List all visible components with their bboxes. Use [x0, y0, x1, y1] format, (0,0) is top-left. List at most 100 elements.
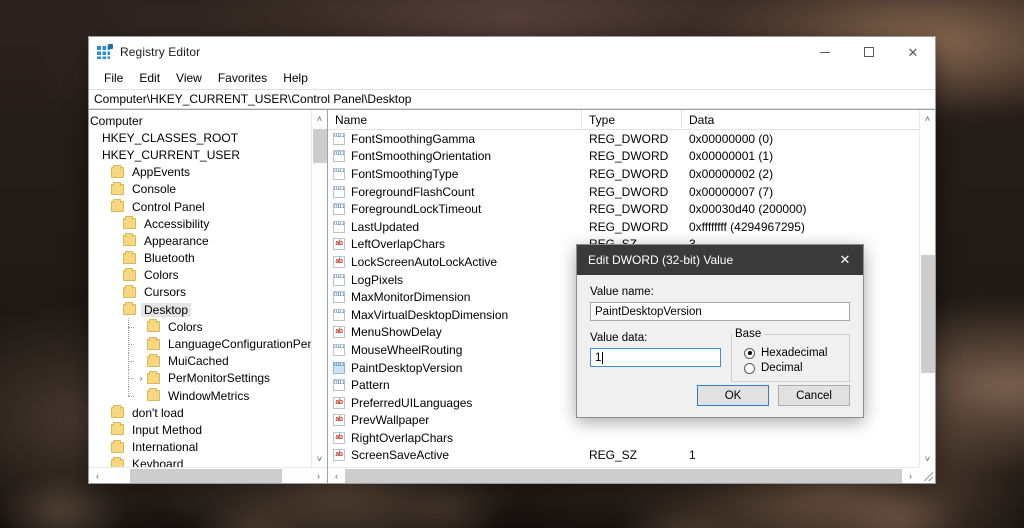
tree-expander-icon[interactable]: ›	[135, 373, 147, 383]
column-header-type[interactable]: Type	[582, 110, 682, 129]
registry-editor-icon	[97, 44, 113, 60]
tree-item[interactable]: Accessibility	[89, 215, 311, 232]
list-scroll-left-button[interactable]: ‹	[328, 468, 345, 484]
list-vertical-scrollbar[interactable]: ˄ ˅	[919, 110, 935, 467]
tree-item[interactable]: MuiCached	[89, 352, 311, 370]
tree-item[interactable]: WindowMetrics	[89, 387, 311, 404]
tree-scroll-down-button[interactable]: ˅	[312, 450, 328, 467]
minimize-button[interactable]	[803, 37, 847, 67]
tree-item[interactable]: Control Panel	[89, 198, 311, 215]
value-name-cell: ab ScreenSaveActive	[328, 448, 582, 462]
tree-item[interactable]: Colors	[89, 267, 311, 284]
menu-edit[interactable]: Edit	[131, 69, 168, 87]
tree-item-label: Accessibility	[144, 216, 210, 231]
table-row[interactable]: 011 110 FontSmoothingType REG_DWORD 0x00000…	[328, 165, 919, 183]
close-icon: ✕	[839, 252, 851, 267]
registry-tree[interactable]: Computer HKEY_CLASSES_ROOT HKEY_CURRENT_US…	[89, 110, 311, 467]
tree-item-label: MuiCached	[168, 354, 229, 369]
list-horizontal-scrollbar[interactable]: ‹ ›	[328, 467, 919, 483]
tree-item[interactable]: Bluetooth	[89, 250, 311, 267]
tree-vertical-scrollbar[interactable]: ˄ ˅	[311, 110, 327, 467]
close-button[interactable]: ✕	[891, 37, 935, 67]
table-row[interactable]: 011 110 FontSmoothingOrientation REG_DWORD…	[328, 148, 919, 166]
resize-grip-corner[interactable]	[919, 467, 935, 483]
window-controls: ✕	[803, 37, 935, 67]
tree-item[interactable]: LanguageConfigurationPending	[89, 335, 311, 353]
list-scroll-right-button[interactable]: ›	[902, 468, 919, 484]
tree-item[interactable]: don't load	[89, 404, 311, 421]
list-scroll-track[interactable]	[920, 127, 936, 450]
string-value-icon: ab	[333, 326, 345, 339]
table-row[interactable]: 011 110 ForegroundLockTimeout REG_DWORD 0x0…	[328, 200, 919, 218]
tree-scroll-right-button[interactable]: ›	[310, 468, 327, 484]
window-title-bar[interactable]: Registry Editor ✕	[89, 37, 935, 67]
tree-item[interactable]: Cursors	[89, 284, 311, 301]
list-scroll-up-button[interactable]: ˄	[920, 110, 936, 127]
value-name-text: LeftOverlapChars	[351, 237, 446, 252]
tree-item[interactable]: HKEY_CLASSES_ROOT	[89, 129, 311, 146]
tree-item[interactable]: Colors	[89, 318, 311, 336]
tree-item[interactable]: › PerMonitorSettings	[89, 369, 311, 387]
value-data-cell: 0x00000000 (0)	[689, 131, 774, 146]
tree-item-label: Cursors	[144, 285, 187, 300]
folder-icon	[123, 267, 136, 281]
value-type-cell: REG_DWORD	[589, 202, 669, 217]
table-row[interactable]: ab RightOverlapChars	[328, 429, 919, 447]
menu-view[interactable]: View	[168, 69, 210, 87]
tree-item[interactable]: AppEvents	[89, 164, 311, 181]
tree-scroll-left-button[interactable]: ‹	[89, 468, 106, 484]
tree-scroll-up-button[interactable]: ˄	[312, 110, 328, 127]
menu-file[interactable]: File	[96, 69, 131, 87]
menu-help[interactable]: Help	[275, 69, 316, 87]
value-name-input[interactable]: PaintDesktopVersion	[590, 302, 850, 321]
list-hscroll-track[interactable]	[345, 468, 902, 484]
maximize-button[interactable]	[847, 37, 891, 67]
value-name-text: ForegroundFlashCount	[351, 184, 475, 199]
value-type-cell: REG_DWORD	[589, 184, 669, 199]
column-header-data[interactable]: Data	[682, 110, 919, 129]
column-header-name[interactable]: Name	[328, 110, 582, 129]
tree-item[interactable]: International	[89, 439, 311, 456]
dialog-title-bar[interactable]: Edit DWORD (32-bit) Value ✕	[577, 245, 863, 275]
cancel-button[interactable]: Cancel	[778, 385, 850, 406]
value-data-input[interactable]: 1	[590, 348, 721, 367]
menu-favorites[interactable]: Favorites	[210, 69, 275, 87]
tree-scroll-thumb[interactable]	[312, 129, 327, 163]
value-name-text: LogPixels	[351, 272, 404, 287]
address-bar[interactable]: Computer\HKEY_CURRENT_USER\Control Panel…	[89, 89, 935, 109]
tree-connector-line	[123, 369, 135, 387]
tree-item[interactable]: Desktop	[89, 301, 311, 318]
dialog-close-button[interactable]: ✕	[827, 245, 863, 275]
radio-hexadecimal[interactable]: Hexadecimal	[732, 347, 849, 359]
close-icon: ✕	[907, 44, 919, 60]
tree-item[interactable]: Keyboard	[89, 456, 311, 467]
tree-item[interactable]: Input Method	[89, 421, 311, 438]
table-row[interactable]: 011 110 FontSmoothingGamma REG_DWORD 0x0000…	[328, 130, 919, 148]
list-scroll-thumb[interactable]	[920, 255, 935, 373]
ok-button[interactable]: OK	[697, 385, 769, 406]
value-name-cell: 011 110 Pattern	[328, 378, 582, 392]
dialog-title: Edit DWORD (32-bit) Value	[588, 253, 734, 267]
tree-horizontal-scrollbar[interactable]: ‹ ›	[89, 467, 327, 483]
tree-item-label: Colors	[168, 319, 203, 334]
value-name-cell: ab LeftOverlapChars	[328, 237, 582, 251]
dword-value-icon: 011 110	[333, 220, 345, 233]
table-row[interactable]: 011 110 LastUpdated REG_DWORD 0xffffffff (4…	[328, 218, 919, 236]
tree-item[interactable]: HKEY_CURRENT_USER	[89, 146, 311, 163]
list-hscroll-thumb[interactable]	[345, 468, 902, 483]
dword-value-icon: 011 110	[333, 167, 345, 180]
tree-item[interactable]: Console	[89, 181, 311, 198]
radio-hexadecimal-label: Hexadecimal	[761, 347, 828, 359]
tree-item[interactable]: Computer	[89, 112, 311, 129]
tree-item[interactable]: Appearance	[89, 232, 311, 249]
radio-decimal[interactable]: Decimal	[732, 362, 849, 374]
table-row[interactable]: 011 110 ForegroundFlashCount REG_DWORD 0x00…	[328, 183, 919, 201]
tree-hscroll-track[interactable]	[106, 468, 310, 484]
radio-decimal-label: Decimal	[761, 362, 803, 374]
table-row[interactable]: ab ScreenSaveActive REG_SZ 1	[328, 447, 919, 465]
list-scroll-down-button[interactable]: ˅	[920, 450, 936, 467]
value-name-cell: 011 110 LogPixels	[328, 273, 582, 287]
tree-scroll-track[interactable]	[312, 127, 328, 450]
string-value-icon: ab	[333, 449, 345, 462]
tree-hscroll-thumb[interactable]	[130, 468, 282, 483]
